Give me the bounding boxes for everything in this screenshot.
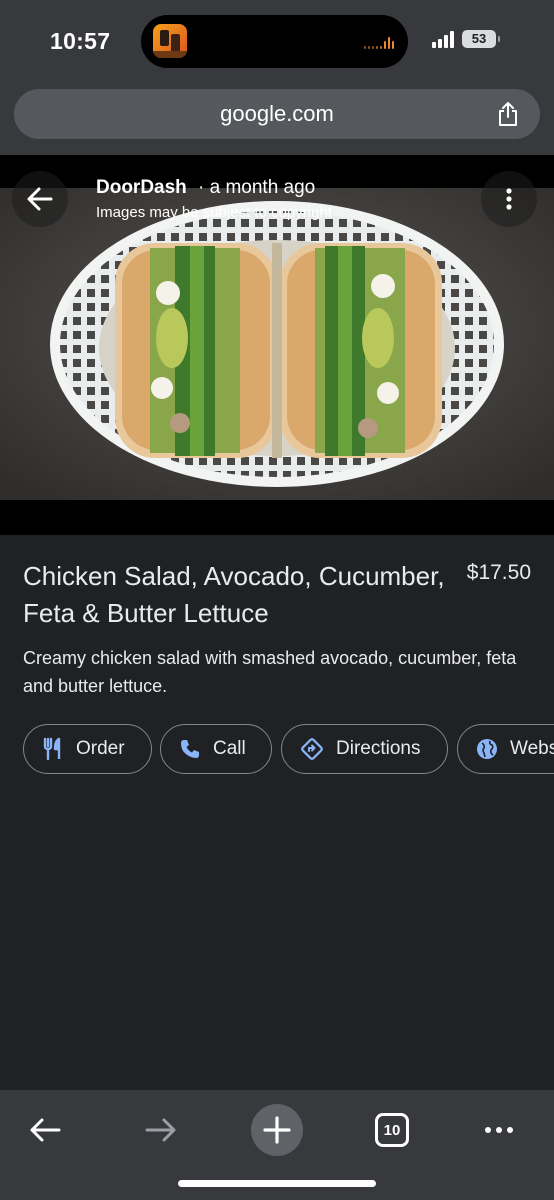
- order-label: Order: [76, 738, 125, 759]
- website-label: Website: [510, 738, 554, 759]
- back-button[interactable]: [15, 1100, 75, 1160]
- share-icon[interactable]: [496, 101, 520, 127]
- directions-button[interactable]: Directions: [281, 724, 448, 774]
- battery-icon: 53: [462, 30, 500, 48]
- app-activity-icon[interactable]: [153, 24, 187, 58]
- directions-label: Directions: [336, 738, 421, 759]
- directions-icon: [301, 738, 323, 760]
- forward-button[interactable]: [131, 1100, 191, 1160]
- url-text[interactable]: google.com: [14, 101, 540, 127]
- arrow-right-icon: [145, 1118, 176, 1142]
- website-button[interactable]: Website: [457, 724, 554, 774]
- new-tab-button[interactable]: [247, 1100, 307, 1160]
- image-more-button[interactable]: [481, 171, 537, 227]
- arrow-left-icon: [30, 1118, 61, 1142]
- item-title: Chicken Salad, Avocado, Cucumber, Feta &…: [23, 561, 445, 628]
- more-options-button[interactable]: [469, 1100, 529, 1160]
- image-back-button[interactable]: [12, 171, 68, 227]
- restaurant-icon: [43, 737, 61, 761]
- food-photo[interactable]: [0, 188, 554, 500]
- cellular-signal-icon: [432, 30, 454, 48]
- image-viewer: DoorDash · a month ago Images may be sub…: [0, 155, 554, 535]
- address-bar[interactable]: google.com: [14, 89, 540, 139]
- more-vertical-icon: [506, 188, 512, 210]
- dynamic-island[interactable]: [141, 15, 408, 68]
- battery-level: 53: [471, 31, 487, 46]
- plus-icon: [251, 1104, 303, 1156]
- image-source[interactable]: DoorDash: [96, 177, 187, 199]
- order-button[interactable]: Order: [23, 724, 152, 774]
- call-button[interactable]: Call: [160, 724, 272, 774]
- home-indicator[interactable]: [178, 1180, 376, 1187]
- phone-icon: [181, 740, 199, 758]
- action-chips: Order Call Directions Website: [23, 724, 554, 774]
- browser-chrome-top: 10:57 53 google.com: [0, 0, 554, 155]
- audio-level-icon: [364, 37, 394, 49]
- status-icons: 53: [432, 30, 500, 48]
- tab-count: 10: [383, 1121, 401, 1139]
- item-description: Creamy chicken salad with smashed avocad…: [23, 648, 517, 696]
- call-label: Call: [213, 738, 246, 759]
- tab-switcher-button[interactable]: 10: [362, 1100, 422, 1160]
- tabs-icon: 10: [375, 1113, 409, 1147]
- status-time: 10:57: [50, 28, 111, 54]
- image-time: · a month ago: [198, 177, 316, 198]
- arrow-left-icon: [27, 187, 53, 211]
- more-horizontal-icon: [485, 1127, 513, 1133]
- copyright-notice: Images may be subject to copyright: [96, 204, 332, 221]
- item-price: $17.50: [466, 561, 531, 584]
- globe-icon: [477, 739, 497, 759]
